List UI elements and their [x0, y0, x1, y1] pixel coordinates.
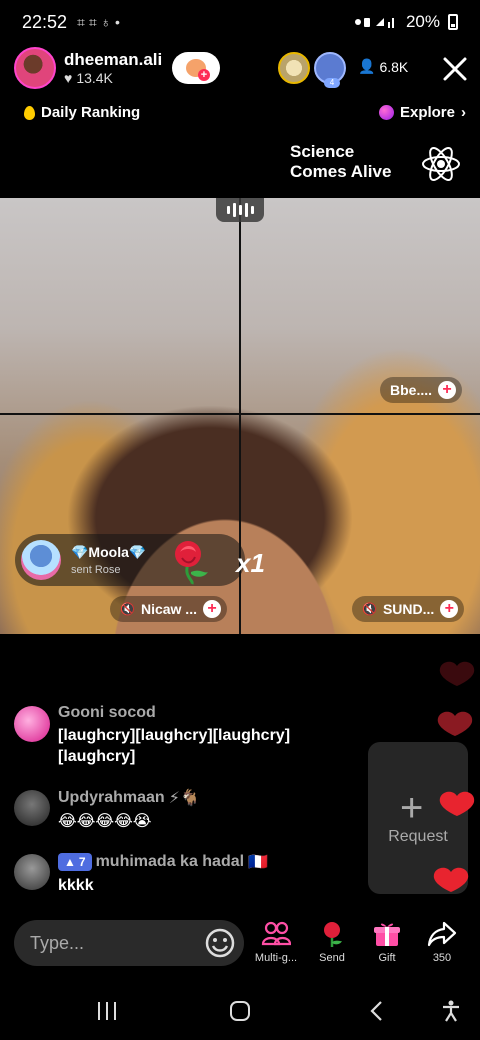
- multi-guest-button[interactable]: Multi-g...: [248, 920, 304, 964]
- promo-banner[interactable]: Science Comes Alive: [290, 142, 391, 182]
- home-icon[interactable]: [229, 1000, 251, 1022]
- follow-plus-icon[interactable]: +: [202, 600, 221, 618]
- host-likes: ♥ 13.4K: [64, 70, 162, 86]
- commenter-avatar[interactable]: [14, 854, 50, 890]
- heart-icon: [433, 867, 469, 892]
- commenter-avatar[interactable]: [14, 706, 50, 742]
- user-flair-emoji: ⚡🐐: [168, 790, 200, 807]
- flame-icon: [24, 105, 35, 120]
- close-icon[interactable]: [440, 54, 470, 84]
- audio-wave-icon[interactable]: [216, 198, 264, 222]
- promo-line-2: Comes Alive: [290, 162, 392, 181]
- share-count: 350: [432, 952, 452, 964]
- recent-apps-icon[interactable]: [96, 1000, 118, 1022]
- comment-text: kkkk: [58, 877, 94, 894]
- gift-count: x1: [236, 548, 265, 578]
- muted-icon: 🔇: [120, 602, 135, 616]
- floating-hearts: [433, 661, 475, 892]
- system-nav-bar: [0, 990, 480, 1040]
- status-right: 20%: [354, 12, 458, 32]
- gift-button[interactable]: Gift: [359, 920, 415, 964]
- host-likes-count: 13.4K: [76, 70, 113, 86]
- viewer-level-badge: 4: [324, 78, 340, 88]
- atom-logo-icon: [422, 147, 460, 181]
- host-avatar[interactable]: [14, 47, 56, 89]
- gift-label: Gift: [378, 952, 396, 964]
- clock: 22:52: [22, 11, 68, 32]
- muted-icon: 🔇: [362, 602, 377, 616]
- rose-icon: [175, 541, 208, 585]
- battery-icon: [448, 14, 458, 30]
- guest-name: SUND...: [382, 601, 435, 617]
- guest-tag[interactable]: 🔇 SUND... +: [352, 596, 465, 622]
- commenter-avatar[interactable]: [14, 790, 50, 826]
- accessibility-icon[interactable]: [440, 1000, 462, 1022]
- commenter-name: Updyrahmaan ⚡🐐: [58, 789, 200, 807]
- status-bar: 22:52 ⌗ ⌗ ♁ • 20%: [0, 0, 480, 44]
- multi-guest-icon: [261, 921, 291, 946]
- explore-orb-icon: [378, 105, 394, 120]
- explore-label: Explore: [399, 104, 455, 121]
- comment-item[interactable]: Gooni socod [laughcry][laughcry][laughcr…: [14, 704, 328, 767]
- gift-sender-name: 💎Moola💎: [71, 544, 147, 560]
- ranking-row: Daily Ranking Explore ›: [0, 104, 480, 126]
- commenter-name: ▲ 7 muhimada ka hadal 🇫🇷: [58, 852, 268, 872]
- send-rose-button[interactable]: Send: [304, 920, 360, 964]
- share-arrow-icon: [427, 921, 457, 947]
- comment-item[interactable]: ▲ 7 muhimada ka hadal 🇫🇷 kkkk: [14, 852, 268, 896]
- plus-icon: +: [400, 786, 424, 830]
- multi-guest-label: Multi-g...: [254, 952, 298, 964]
- host-name: dheeman.ali: [64, 50, 163, 69]
- promo-line-1: Science: [290, 142, 355, 161]
- guest-name: Nicaw ...: [140, 601, 197, 617]
- comment-text: 😂😂😂😂😭: [58, 813, 152, 830]
- follow-heart-icon: [186, 59, 210, 81]
- level-badge: ▲ 7: [58, 853, 92, 871]
- guest-name: Bbe....: [390, 382, 433, 398]
- gift-sender-avatar[interactable]: [21, 540, 61, 580]
- daily-ranking-label: Daily Ranking: [41, 104, 141, 121]
- send-label: Send: [319, 952, 345, 964]
- notification-icons: ⌗ ⌗ ♁ •: [77, 13, 120, 30]
- heart-icon: ♥: [64, 70, 73, 86]
- signal-icon: [354, 18, 394, 28]
- back-icon[interactable]: [366, 1000, 388, 1022]
- comment-item[interactable]: Updyrahmaan ⚡🐐 😂😂😂😂😭: [14, 788, 200, 832]
- follow-button[interactable]: [172, 52, 220, 84]
- person-icon: 👤: [358, 58, 376, 74]
- grid-divider-horizontal: [0, 413, 480, 415]
- level-badge-icon: ▲: [64, 855, 76, 869]
- emoji-icon[interactable]: [204, 927, 236, 959]
- guest-tag[interactable]: Bbe.... +: [380, 377, 463, 403]
- daily-ranking[interactable]: Daily Ranking: [24, 104, 140, 121]
- heart-icon: [439, 791, 475, 816]
- follow-plus-icon[interactable]: +: [440, 600, 459, 618]
- viewer-count[interactable]: 👤 6.8K: [358, 58, 408, 75]
- heart-icon: [439, 661, 475, 686]
- flag-icon: 🇫🇷: [248, 854, 268, 871]
- share-button[interactable]: 350: [414, 920, 470, 964]
- heart-icon: [437, 711, 473, 736]
- comment-text: [laughcry][laughcry][laughcry] [laughcry…: [58, 727, 291, 765]
- gift-action-text: sent Rose: [71, 564, 121, 576]
- host-info[interactable]: dheeman.ali ♥ 13.4K: [14, 46, 162, 90]
- chevron-right-icon: ›: [461, 104, 466, 121]
- rose-icon: [324, 922, 342, 947]
- viewer-avatar[interactable]: [278, 52, 310, 84]
- guest-tag[interactable]: 🔇 Nicaw ... +: [110, 596, 227, 622]
- follow-plus-icon[interactable]: +: [438, 381, 457, 399]
- comment-input[interactable]: Type...: [14, 920, 244, 966]
- top-viewers[interactable]: 4: [278, 52, 346, 88]
- commenter-name: Gooni socod: [58, 704, 156, 721]
- viewer-avatar[interactable]: 4: [314, 52, 346, 88]
- battery-percent: 20%: [405, 12, 440, 31]
- explore-link[interactable]: Explore ›: [378, 104, 466, 121]
- gift-icon: [374, 923, 400, 946]
- comment-input-placeholder: Type...: [30, 932, 85, 953]
- viewer-count-value: 6.8K: [379, 58, 409, 75]
